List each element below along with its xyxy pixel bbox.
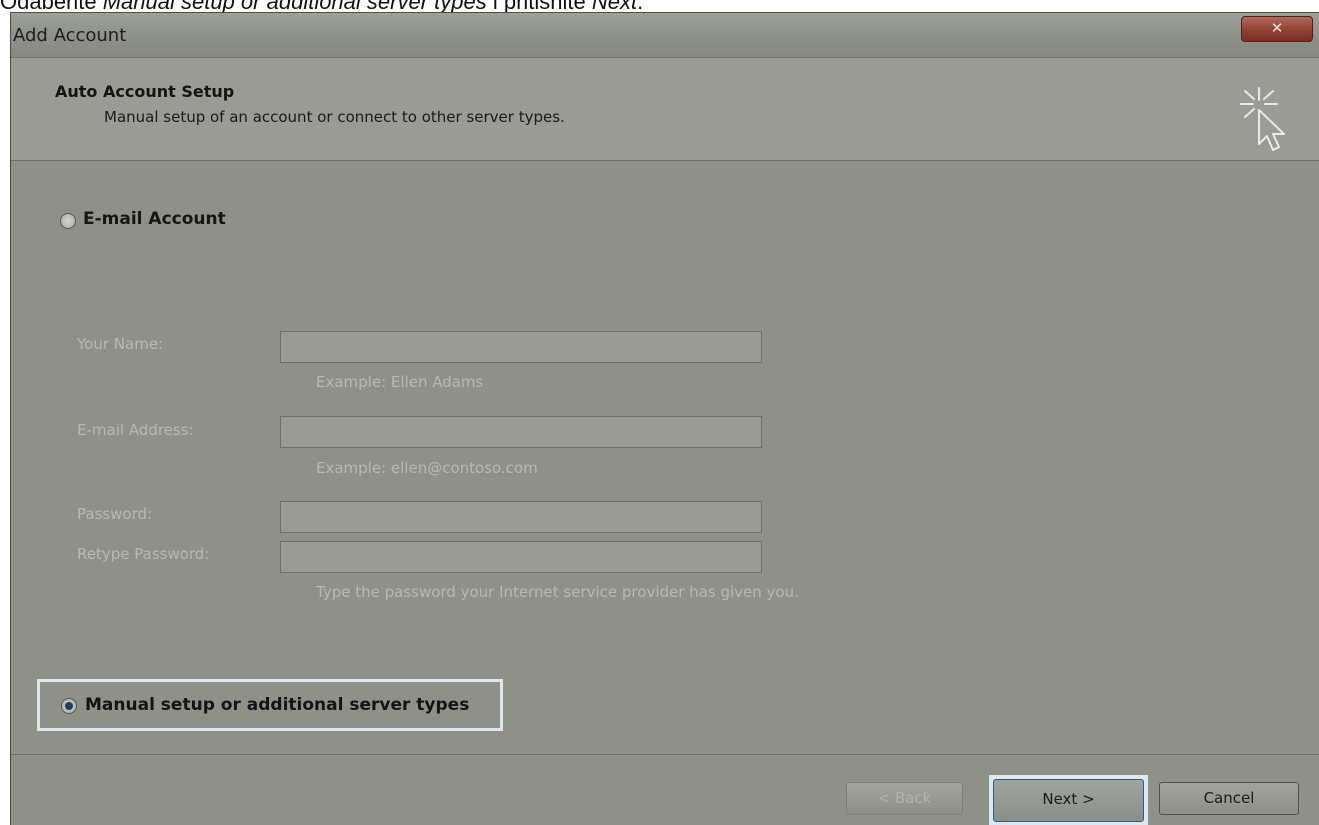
close-icon: ✕ [1270, 19, 1284, 37]
retype-password-input[interactable] [280, 541, 762, 573]
password-label: Password: [77, 505, 153, 523]
cursor-sparkle-icon [1240, 87, 1285, 151]
password-input[interactable] [280, 501, 762, 533]
dialog-header: Auto Account Setup Manual setup of an ac… [11, 58, 1319, 161]
manual-setup-label[interactable]: Manual setup or additional server types [85, 695, 469, 715]
next-button-highlight: Next > [989, 775, 1148, 825]
back-button[interactable]: < Back [846, 782, 963, 815]
header-subtitle: Manual setup of an account or connect to… [104, 108, 565, 126]
manual-setup-radio[interactable] [61, 698, 77, 714]
email-account-radio[interactable] [60, 213, 76, 229]
add-account-dialog: Add Account ✕ Auto Account Setup Manual … [10, 12, 1319, 825]
email-account-label[interactable]: E-mail Account [83, 209, 226, 229]
email-address-example: Example: ellen@contoso.com [316, 459, 538, 477]
manual-setup-highlight: Manual setup or additional server types [37, 679, 503, 731]
next-button[interactable]: Next > [993, 779, 1144, 822]
email-address-label: E-mail Address: [77, 421, 194, 439]
dialog-footer: < Back Next > Cancel [11, 754, 1319, 825]
cancel-button[interactable]: Cancel [1159, 782, 1299, 815]
manual-setup-option[interactable]: Manual setup or additional server types [40, 682, 500, 728]
title-bar: Add Account ✕ [11, 13, 1319, 58]
close-button[interactable]: ✕ [1241, 16, 1313, 42]
retype-password-label: Retype Password: [77, 545, 210, 563]
your-name-label: Your Name: [77, 335, 164, 353]
email-address-input[interactable] [280, 416, 762, 448]
your-name-example: Example: Ellen Adams [316, 373, 484, 391]
your-name-input[interactable] [280, 331, 762, 363]
header-title: Auto Account Setup [55, 82, 235, 101]
dialog-content: E-mail Account Your Name: Example: Ellen… [11, 161, 1319, 757]
password-hint: Type the password your Internet service … [316, 583, 799, 601]
window-title: Add Account [13, 25, 127, 46]
